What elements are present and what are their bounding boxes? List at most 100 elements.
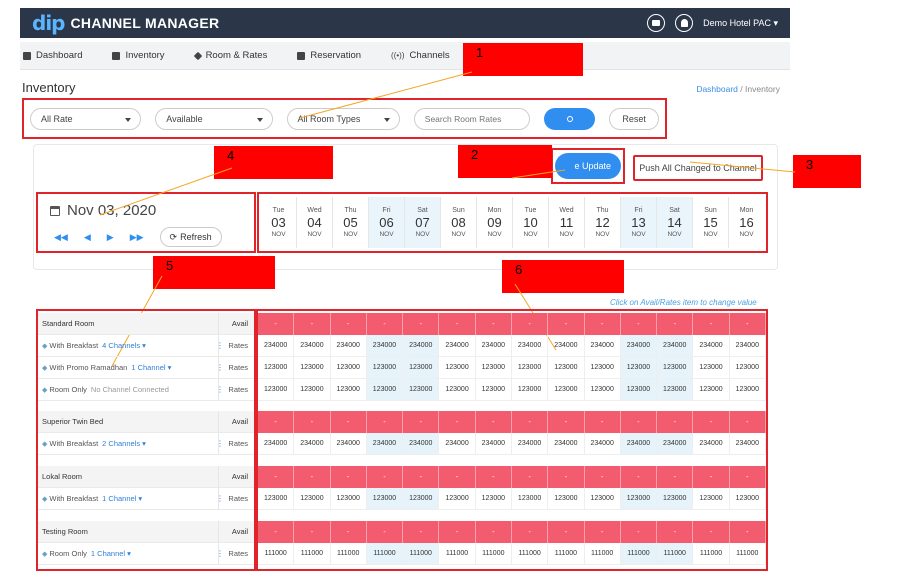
channel-dropdown[interactable]: 1 Channel ▾ [91, 549, 131, 558]
avail-cell[interactable]: - [475, 521, 512, 543]
rate-cell[interactable]: 123000 [548, 379, 585, 401]
first-page-icon[interactable]: ◀◀ [54, 232, 68, 243]
avail-cell[interactable]: - [620, 521, 658, 543]
avail-cell[interactable]: - [620, 466, 658, 488]
avail-cell[interactable]: - [330, 466, 367, 488]
rate-cell[interactable]: 123000 [620, 488, 658, 510]
avail-cell[interactable]: - [294, 521, 331, 543]
avail-cell[interactable]: - [330, 521, 367, 543]
rate-cell[interactable]: 234000 [620, 433, 658, 455]
rate-cell[interactable]: 111000 [475, 543, 512, 565]
rate-cell[interactable]: 111000 [620, 543, 658, 565]
avail-cell[interactable]: - [366, 521, 404, 543]
search-input[interactable] [413, 107, 530, 130]
rate-cell[interactable]: 234000 [403, 433, 440, 455]
avail-cell[interactable]: - [657, 466, 694, 488]
avail-cell[interactable]: - [548, 411, 585, 433]
rate-cell[interactable]: 234000 [657, 433, 694, 455]
avail-cell[interactable]: - [657, 521, 694, 543]
nav-reservation[interactable]: Reservation [297, 50, 361, 61]
rate-cell[interactable]: 111000 [403, 543, 440, 565]
rate-cell[interactable]: 234000 [294, 335, 331, 357]
rate-cell[interactable]: 123000 [657, 357, 694, 379]
avail-cell[interactable]: - [439, 411, 476, 433]
avail-cell[interactable]: - [620, 411, 658, 433]
rate-cell[interactable]: 111000 [657, 543, 694, 565]
rate-cell[interactable]: 123000 [330, 488, 367, 510]
avail-cell[interactable]: - [693, 466, 730, 488]
avail-cell[interactable]: - [258, 411, 295, 433]
rate-cell[interactable]: 123000 [693, 488, 730, 510]
nav-dashboard[interactable]: Dashboard [23, 50, 82, 61]
rate-cell[interactable]: 123000 [729, 379, 766, 401]
rate-cell[interactable]: 111000 [511, 543, 549, 565]
rate-cell[interactable]: 123000 [548, 357, 585, 379]
rate-cell[interactable]: 123000 [294, 379, 331, 401]
reset-button[interactable]: Reset [609, 107, 659, 130]
rate-cell[interactable]: 234000 [330, 433, 367, 455]
rate-cell[interactable]: 111000 [548, 543, 585, 565]
avail-cell[interactable]: - [439, 313, 476, 335]
avail-cell[interactable]: - [693, 313, 730, 335]
avail-cell[interactable]: - [403, 466, 440, 488]
avail-cell[interactable]: - [693, 411, 730, 433]
avail-cell[interactable]: - [511, 313, 549, 335]
avail-cell[interactable]: - [258, 521, 295, 543]
prev-icon[interactable]: ◀ [84, 232, 91, 243]
rate-cell[interactable]: 111000 [693, 543, 730, 565]
rate-cell[interactable]: 234000 [511, 433, 549, 455]
avail-cell[interactable]: - [366, 466, 404, 488]
channel-dropdown[interactable]: 2 Channels ▾ [102, 439, 146, 448]
rate-cell[interactable]: 111000 [366, 543, 404, 565]
update-button[interactable]: e Update [555, 153, 621, 179]
rate-cell[interactable]: 123000 [584, 357, 621, 379]
avail-cell[interactable]: - [584, 521, 621, 543]
avail-cell[interactable]: - [294, 313, 331, 335]
avail-cell[interactable]: - [439, 466, 476, 488]
search-button[interactable] [543, 107, 596, 130]
avail-cell[interactable]: - [548, 466, 585, 488]
rate-cell[interactable]: 234000 [366, 335, 404, 357]
user-menu[interactable]: Demo Hotel PAC ▾ [703, 18, 778, 29]
rate-cell[interactable]: 123000 [330, 357, 367, 379]
rate-cell[interactable]: 123000 [584, 488, 621, 510]
rate-cell[interactable]: 123000 [330, 379, 367, 401]
more-options-icon[interactable]: ⋮ [216, 385, 224, 394]
rate-cell[interactable]: 123000 [584, 379, 621, 401]
rate-cell[interactable]: 111000 [330, 543, 367, 565]
avail-cell[interactable]: - [294, 466, 331, 488]
push-all-button[interactable]: Push All Changed to Channel [633, 155, 763, 181]
rate-cell[interactable]: 123000 [548, 488, 585, 510]
rate-cell[interactable]: 123000 [258, 379, 295, 401]
rate-cell[interactable]: 123000 [475, 488, 512, 510]
rate-cell[interactable]: 123000 [403, 357, 440, 379]
rate-cell[interactable]: 123000 [657, 379, 694, 401]
app-logo[interactable]: dip [32, 11, 65, 35]
rate-cell[interactable]: 234000 [584, 335, 621, 357]
rate-cell[interactable]: 123000 [366, 379, 404, 401]
nav-inventory[interactable]: Inventory [112, 50, 165, 61]
channel-dropdown[interactable]: 1 Channel ▾ [131, 363, 171, 372]
rate-select[interactable]: All Rate [30, 107, 142, 130]
rate-cell[interactable]: 234000 [548, 335, 585, 357]
rate-cell[interactable]: 234000 [475, 433, 512, 455]
rate-cell[interactable]: 123000 [403, 379, 440, 401]
avail-cell[interactable]: - [294, 411, 331, 433]
avail-cell[interactable]: - [403, 313, 440, 335]
rate-cell[interactable]: 123000 [693, 357, 730, 379]
avail-cell[interactable]: - [439, 521, 476, 543]
last-page-icon[interactable]: ▶▶ [130, 232, 144, 243]
rate-cell[interactable]: 123000 [475, 357, 512, 379]
avail-cell[interactable]: - [729, 521, 766, 543]
rate-cell[interactable]: 234000 [439, 433, 476, 455]
avail-cell[interactable]: - [511, 466, 549, 488]
rate-cell[interactable]: 123000 [294, 357, 331, 379]
avail-cell[interactable]: - [403, 521, 440, 543]
rate-cell[interactable]: 234000 [657, 335, 694, 357]
rate-cell[interactable]: 123000 [439, 357, 476, 379]
room-type-select[interactable]: All Room Types [286, 107, 400, 130]
rate-cell[interactable]: 123000 [511, 357, 549, 379]
rate-cell[interactable]: 234000 [693, 433, 730, 455]
avail-cell[interactable]: - [729, 313, 766, 335]
rate-cell[interactable]: 123000 [729, 357, 766, 379]
